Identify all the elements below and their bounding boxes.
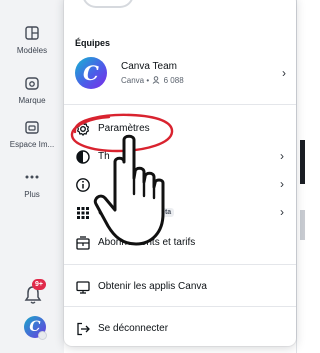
divider xyxy=(64,264,296,265)
menu-item-label: Paramètres xyxy=(98,123,150,134)
background-canvas xyxy=(296,0,305,353)
apps-grid-icon xyxy=(77,207,89,219)
beta-badge: Bêta xyxy=(153,208,175,217)
account-menu: Équipes C Canva Team Canva • 6 088 › Par… xyxy=(64,0,296,346)
menu-item-label-suffix: s Bêta xyxy=(144,207,175,218)
menu-item-logout[interactable]: Se déconnecter xyxy=(64,316,296,342)
members-icon xyxy=(153,76,160,84)
team-plan: Canva • xyxy=(121,76,150,85)
settings-gear-icon xyxy=(77,122,89,136)
team-switcher[interactable]: C Canva Team Canva • 6 088 › xyxy=(72,54,290,94)
theme-icon xyxy=(76,150,90,164)
team-member-count: 6 088 xyxy=(163,76,184,85)
brand-icon xyxy=(19,72,45,94)
menu-item-tools[interactable]: Ou s Bêta › xyxy=(64,200,296,226)
account-avatar-partial xyxy=(82,0,134,8)
menu-item-resources[interactable]: rces › xyxy=(64,172,296,198)
logout-icon xyxy=(77,322,90,336)
menu-item-label: rces xyxy=(141,179,160,190)
sidebar-item-marque[interactable]: Marque xyxy=(0,72,64,105)
folder-icon xyxy=(19,116,45,138)
menu-item-label: Th xyxy=(98,151,110,162)
background-thumbnail xyxy=(300,140,305,184)
menu-item-label: Ou xyxy=(98,207,112,218)
menu-item-suffix: s xyxy=(144,207,149,218)
sidebar-item-label: Modèles xyxy=(16,46,48,55)
left-rail: Modèles Marque Espace Im... Plus 9+ C xyxy=(0,0,64,353)
sidebar-item-espace[interactable]: Espace Im... xyxy=(0,116,64,149)
divider xyxy=(64,306,296,307)
divider xyxy=(64,104,296,105)
menu-item-get-apps[interactable]: Obtenir les applis Canva xyxy=(64,274,296,300)
section-title-teams: Équipes xyxy=(75,38,111,48)
desktop-icon xyxy=(76,281,90,294)
team-meta: Canva • 6 088 xyxy=(121,76,184,85)
team-name: Canva Team xyxy=(121,61,177,72)
chevron-right-icon: › xyxy=(282,66,286,80)
subscription-icon xyxy=(76,236,90,250)
sidebar-item-label: Plus xyxy=(24,190,40,199)
menu-item-subscriptions[interactable]: Abonnements et tarifs xyxy=(64,230,296,256)
menu-item-theme[interactable]: Th › xyxy=(64,144,296,170)
menu-item-label: Abonnements et tarifs xyxy=(98,237,196,248)
menu-item-label: Se déconnecter xyxy=(98,323,169,334)
chevron-right-icon: › xyxy=(280,205,284,219)
chevron-right-icon: › xyxy=(280,149,284,163)
background-thumbnail xyxy=(300,210,305,240)
sidebar-item-modeles[interactable]: Modèles xyxy=(0,22,64,55)
avatar-status-dot xyxy=(38,331,47,340)
menu-item-label: Obtenir les applis Canva xyxy=(98,281,207,292)
more-icon xyxy=(19,166,45,188)
menu-item-settings[interactable]: Paramètres xyxy=(64,116,296,142)
template-icon xyxy=(19,22,45,44)
notification-badge: 9+ xyxy=(32,279,46,290)
chevron-right-icon: › xyxy=(280,177,284,191)
info-icon xyxy=(76,178,90,192)
sidebar-item-plus[interactable]: Plus xyxy=(0,166,64,199)
sidebar-item-label: Marque xyxy=(18,96,46,105)
sidebar-item-label: Espace Im... xyxy=(9,140,55,149)
team-avatar: C xyxy=(75,57,107,89)
